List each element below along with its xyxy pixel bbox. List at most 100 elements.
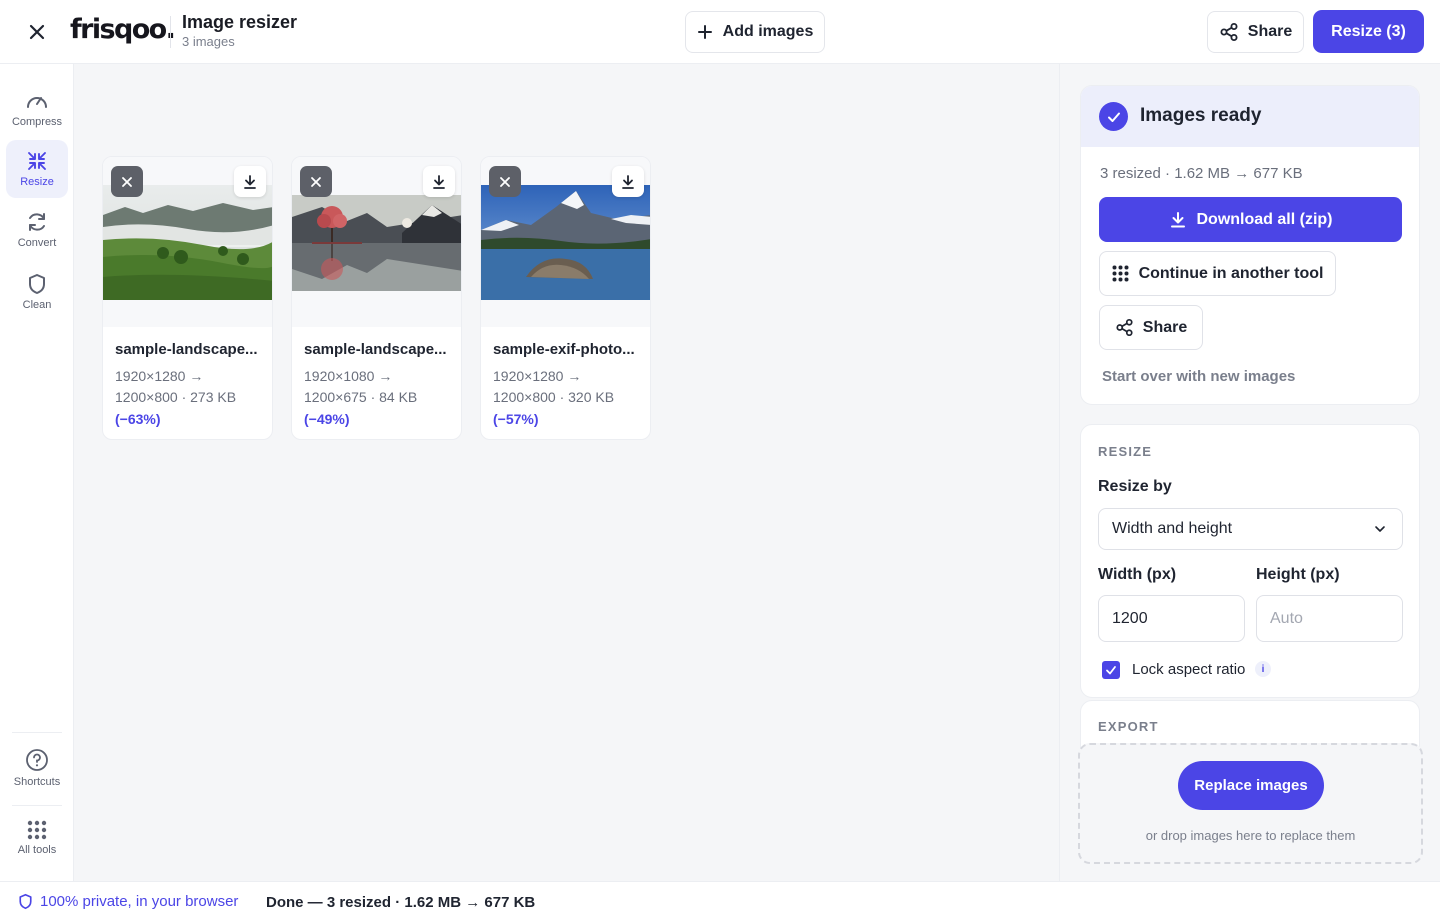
- savings-badge: (−63%): [115, 411, 161, 427]
- section-title: EXPORT: [1098, 719, 1159, 734]
- image-card[interactable]: sample-landscape... 1920×1080 → 1200×675…: [291, 156, 462, 440]
- rail-item-resize[interactable]: Resize: [6, 140, 68, 198]
- thumbnail-area: [292, 157, 461, 327]
- download-image-button[interactable]: [423, 166, 455, 197]
- rail-item-label: All tools: [17, 844, 57, 856]
- download-icon: [244, 174, 256, 189]
- top-bar: frisqoo. Image resizer 3 images Add imag…: [0, 0, 1440, 64]
- close-icon: [122, 176, 132, 187]
- share-icon: [1116, 318, 1133, 337]
- rail-item-label: Convert: [17, 237, 57, 249]
- replace-images-button[interactable]: Replace images: [1178, 761, 1324, 810]
- rail-item-label: Shortcuts: [13, 776, 61, 788]
- resize-by-label: Resize by: [1098, 478, 1172, 495]
- height-input[interactable]: [1256, 595, 1403, 642]
- thumbnail-area: [481, 157, 650, 327]
- add-images-button[interactable]: Add images: [685, 11, 825, 53]
- rail-item-label: Resize: [20, 176, 54, 188]
- settings-panel: Images ready 3 resized · 1.62 MB → 677 K…: [1059, 64, 1440, 881]
- shield-icon: [19, 893, 32, 910]
- privacy-note: 100% private, in your browser: [18, 893, 238, 910]
- tool-rail: Compress Resize Convert Clean Shortcuts: [0, 64, 74, 881]
- download-image-button[interactable]: [612, 166, 644, 197]
- new-dimensions: 1200×800 · 320 KB: [493, 389, 615, 405]
- checkmark-icon: [1106, 666, 1116, 675]
- share-icon: [1220, 23, 1238, 41]
- rail-item-all-tools[interactable]: All tools: [6, 809, 68, 867]
- help-circle-icon: [26, 749, 48, 771]
- image-name: sample-exif-photo...: [493, 341, 635, 358]
- rail-item-convert[interactable]: Convert: [6, 201, 68, 259]
- share-label: Share: [1247, 23, 1293, 40]
- width-input[interactable]: [1098, 595, 1245, 642]
- grid-icon: [27, 820, 47, 840]
- resize-settings-card: RESIZE Resize by Width and height Width …: [1080, 424, 1420, 698]
- continue-label: Continue in another tool: [1138, 264, 1324, 282]
- close-icon: [29, 24, 45, 40]
- continue-in-tool-button[interactable]: Continue in another tool: [1099, 251, 1336, 296]
- rail-item-clean[interactable]: Clean: [6, 263, 68, 321]
- download-all-button[interactable]: Download all (zip): [1099, 197, 1402, 242]
- section-title: RESIZE: [1098, 444, 1153, 459]
- download-icon: [433, 174, 445, 189]
- image-name: sample-landscape...: [115, 341, 258, 358]
- lock-aspect-checkbox[interactable]: [1102, 661, 1120, 679]
- rail-item-shortcuts[interactable]: Shortcuts: [6, 739, 68, 797]
- drop-hint: or drop images here to replace them: [1145, 828, 1356, 843]
- gauge-icon: [27, 97, 47, 108]
- close-icon: [311, 176, 321, 187]
- share-results-button[interactable]: Share: [1099, 305, 1203, 350]
- savings-badge: (−49%): [304, 411, 350, 427]
- savings-badge: (−57%): [493, 411, 539, 427]
- download-icon: [622, 174, 634, 189]
- download-image-button[interactable]: [234, 166, 266, 197]
- remove-image-button[interactable]: [111, 166, 143, 197]
- info-icon[interactable]: i: [1255, 661, 1271, 677]
- remove-image-button[interactable]: [489, 166, 521, 197]
- thumbnail-image: [481, 185, 650, 300]
- download-icon: [1170, 211, 1185, 227]
- download-all-label: Download all (zip): [1196, 210, 1333, 228]
- remove-image-button[interactable]: [300, 166, 332, 197]
- page-title: Image resizer: [182, 12, 298, 32]
- replace-dropzone[interactable]: Replace images or drop images here to re…: [1078, 743, 1423, 864]
- new-dimensions: 1200×800 · 273 KB: [115, 389, 237, 405]
- height-label: Height (px): [1256, 566, 1340, 583]
- start-over-link[interactable]: Start over with new images: [1102, 368, 1295, 385]
- logo-divider: [170, 16, 171, 48]
- refresh-icon: [29, 213, 45, 231]
- close-button[interactable]: [22, 17, 52, 47]
- check-circle-icon: [1099, 102, 1128, 131]
- rail-item-compress[interactable]: Compress: [6, 80, 68, 138]
- status-bar: 100% private, in your browser Done — 3 r…: [0, 881, 1440, 923]
- original-dimensions: 1920×1080 →: [304, 368, 393, 384]
- image-card[interactable]: sample-exif-photo... 1920×1280 → 1200×80…: [480, 156, 651, 440]
- rail-item-label: Clean: [22, 299, 52, 311]
- grid-icon: [1112, 265, 1129, 282]
- share-label: Share: [1142, 318, 1188, 336]
- image-name: sample-landscape...: [304, 341, 447, 358]
- shrink-arrows-icon: [28, 152, 46, 170]
- privacy-label: 100% private, in your browser: [40, 893, 239, 910]
- resize-by-select[interactable]: Width and height: [1098, 508, 1403, 550]
- shield-icon: [29, 274, 45, 294]
- image-count: 3 images: [182, 34, 235, 49]
- share-button[interactable]: Share: [1207, 11, 1304, 53]
- thumbnail-image: [292, 195, 461, 291]
- image-card[interactable]: sample-landscape... 1920×1280 → 1200×800…: [102, 156, 273, 440]
- results-title: Images ready: [1140, 105, 1262, 126]
- rail-divider: [12, 805, 62, 806]
- logo[interactable]: frisqoo.: [70, 14, 176, 45]
- rail-item-label: Compress: [11, 116, 63, 128]
- results-card: Images ready 3 resized · 1.62 MB → 677 K…: [1080, 85, 1420, 405]
- status-text: Done — 3 resized · 1.62 MB → 677 KB: [266, 894, 536, 911]
- chevron-down-icon: [1375, 526, 1385, 532]
- width-label: Width (px): [1098, 566, 1177, 583]
- new-dimensions: 1200×675 · 84 KB: [304, 389, 418, 405]
- results-stats: 3 resized · 1.62 MB → 677 KB: [1100, 165, 1303, 182]
- plus-icon: [697, 25, 712, 39]
- rail-divider: [12, 732, 62, 733]
- resize-button[interactable]: Resize (3): [1313, 10, 1424, 53]
- close-icon: [500, 176, 510, 187]
- lock-aspect-label[interactable]: Lock aspect ratio: [1132, 661, 1245, 678]
